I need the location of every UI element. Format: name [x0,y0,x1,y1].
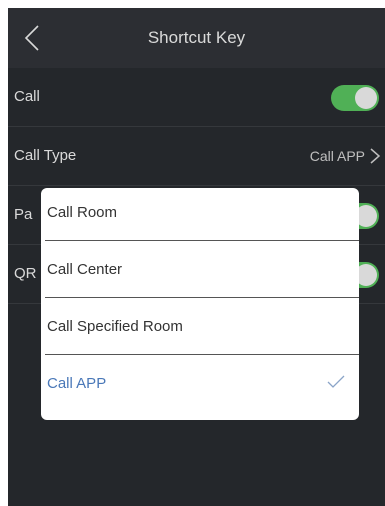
check-icon [327,375,345,388]
call-type-dialog: Call Room Call Center Call Specified Roo… [41,188,359,420]
divider [45,297,359,298]
option-label: Call Room [47,204,118,221]
device-screen: Shortcut Key Call Call Type Call APP Pa … [8,8,385,506]
option-call-app[interactable]: Call APP [41,359,359,416]
option-label: Call Center [47,261,123,278]
option-call-specified-room[interactable]: Call Specified Room [41,302,359,359]
option-label: Call APP [47,375,107,392]
option-call-room[interactable]: Call Room [41,188,359,245]
option-label: Call Specified Room [47,318,183,335]
divider [45,240,359,241]
divider [45,354,359,355]
option-call-center[interactable]: Call Center [41,245,359,302]
